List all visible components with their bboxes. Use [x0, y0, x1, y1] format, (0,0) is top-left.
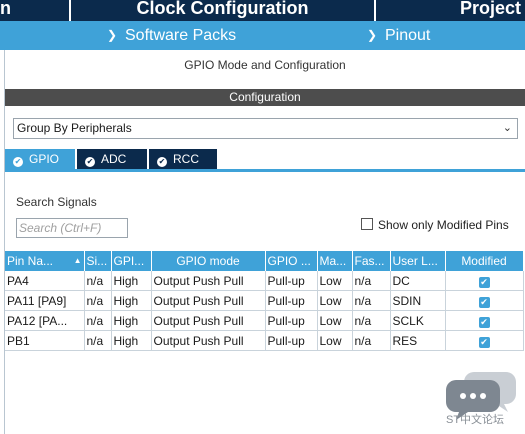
column-header-max-speed[interactable]: Ma... — [317, 251, 353, 271]
top-tab-bar: n Clock Configuration Project — [0, 0, 525, 21]
cell-fast-mode: n/a — [352, 271, 391, 291]
cell-fast-mode: n/a — [352, 310, 391, 331]
cell-pin-name: PA11 [PA9] — [5, 290, 85, 311]
pin-configuration-table: Pin Na... ▲ Si... GPI... GPIO mode GPIO .… — [5, 251, 524, 351]
column-header-modified[interactable]: Modified — [445, 251, 524, 271]
cell-signal: n/a — [84, 330, 112, 351]
column-header-user-label[interactable]: User L... — [390, 251, 446, 271]
watermark-text: ST中文论坛 — [446, 414, 505, 426]
pinout-menu[interactable]: ❯ Pinout — [365, 26, 430, 45]
cell-modified: ✔ — [445, 290, 524, 311]
chevron-down-icon: ❯ — [106, 28, 118, 42]
cell-gpio-output: High — [111, 271, 152, 291]
cell-gpio-pull: Pull-up — [265, 290, 318, 311]
modified-checkbox[interactable]: ✔ — [478, 317, 490, 328]
checkbox-unchecked[interactable] — [361, 218, 373, 230]
tab-gpio[interactable]: ✔ GPIO — [5, 149, 75, 169]
sort-up-icon: ▲ — [73, 256, 82, 265]
cell-user-label: SDIN — [390, 290, 446, 311]
cell-signal: n/a — [84, 310, 112, 331]
column-header-signal[interactable]: Si... — [84, 251, 112, 271]
check-circle-icon: ✔ — [13, 157, 23, 167]
cell-pin-name: PA4 — [5, 271, 85, 291]
table-row[interactable]: PB1 n/a High Output Push Pull Pull-up Lo… — [5, 330, 524, 351]
chevron-down-icon: ❯ — [366, 28, 378, 42]
column-header-fast-mode[interactable]: Fas... — [352, 251, 391, 271]
cell-signal: n/a — [84, 290, 112, 311]
tab-adc-label: ADC — [101, 152, 127, 166]
modified-checkbox[interactable]: ✔ — [478, 337, 490, 348]
tab-rcc[interactable]: ✔ RCC — [149, 149, 217, 169]
group-by-select[interactable]: Group By Peripherals ⌄ — [13, 118, 518, 139]
column-header-gpio-pull[interactable]: GPIO ... — [265, 251, 318, 271]
column-header-gpio-mode[interactable]: GPIO mode — [151, 251, 266, 271]
cell-pin-name: PB1 — [5, 330, 85, 351]
cell-gpio-output: High — [111, 290, 152, 311]
tab-underline — [5, 169, 525, 172]
cell-max-speed: Low — [317, 310, 353, 331]
column-header-pin-name[interactable]: Pin Na... ▲ — [5, 251, 85, 271]
cell-fast-mode: n/a — [352, 330, 391, 351]
cell-modified: ✔ — [445, 310, 524, 331]
cell-gpio-output: High — [111, 330, 152, 351]
software-packs-menu[interactable]: ❯ Software Packs — [105, 26, 236, 45]
group-by-value: Group By Peripherals — [17, 121, 132, 135]
cell-gpio-pull: Pull-up — [265, 330, 318, 351]
table-row[interactable]: PA12 [PA... n/a High Output Push Pull Pu… — [5, 310, 524, 331]
cell-max-speed: Low — [317, 290, 353, 311]
cell-max-speed: Low — [317, 271, 353, 291]
modified-checkbox[interactable]: ✔ — [478, 297, 490, 308]
cell-modified: ✔ — [445, 330, 524, 351]
cell-gpio-mode: Output Push Pull — [151, 310, 266, 331]
table-row[interactable]: PA4 n/a High Output Push Pull Pull-up Lo… — [5, 271, 524, 291]
search-input[interactable] — [16, 218, 128, 238]
chevron-down-icon: ⌄ — [502, 122, 512, 134]
software-packs-label: Software Packs — [125, 27, 237, 44]
tab-previous[interactable]: n — [0, 0, 69, 21]
section-title: GPIO Mode and Configuration — [184, 58, 346, 72]
search-signals-label: Search Signals — [16, 195, 97, 209]
cell-gpio-mode: Output Push Pull — [151, 290, 266, 311]
tab-rcc-label: RCC — [173, 152, 199, 166]
cell-gpio-pull: Pull-up — [265, 310, 318, 331]
check-circle-icon: ✔ — [85, 157, 95, 167]
cell-modified: ✔ — [445, 271, 524, 291]
cell-user-label: DC — [390, 271, 446, 291]
cell-gpio-mode: Output Push Pull — [151, 271, 266, 291]
tab-clock-configuration[interactable]: Clock Configuration — [71, 0, 374, 21]
table-header-row: Pin Na... ▲ Si... GPI... GPIO mode GPIO .… — [5, 251, 524, 271]
cell-gpio-mode: Output Push Pull — [151, 330, 266, 351]
table-row[interactable]: PA11 [PA9] n/a High Output Push Pull Pul… — [5, 290, 524, 311]
cell-fast-mode: n/a — [352, 290, 391, 311]
show-modified-toggle[interactable]: Show only Modified Pins — [361, 218, 509, 232]
modified-checkbox[interactable]: ✔ — [478, 277, 490, 288]
cell-max-speed: Low — [317, 330, 353, 351]
cell-user-label: SCLK — [390, 310, 446, 331]
tab-project[interactable]: Project — [376, 0, 525, 21]
panel-divider[interactable] — [4, 50, 5, 434]
tab-adc[interactable]: ✔ ADC — [77, 149, 147, 169]
column-header-gpio-output[interactable]: GPI... — [111, 251, 152, 271]
cell-pin-name: PA12 [PA... — [5, 310, 85, 331]
cell-gpio-pull: Pull-up — [265, 271, 318, 291]
cell-signal: n/a — [84, 271, 112, 291]
sub-menu-bar: ❯ Software Packs ❯ Pinout — [0, 21, 525, 50]
cell-gpio-output: High — [111, 310, 152, 331]
check-circle-icon: ✔ — [157, 157, 167, 167]
configuration-header: Configuration — [5, 89, 525, 106]
tab-gpio-label: GPIO — [29, 152, 60, 166]
pinout-label: Pinout — [385, 27, 431, 44]
show-modified-label: Show only Modified Pins — [378, 218, 509, 232]
cell-user-label: RES — [390, 330, 446, 351]
